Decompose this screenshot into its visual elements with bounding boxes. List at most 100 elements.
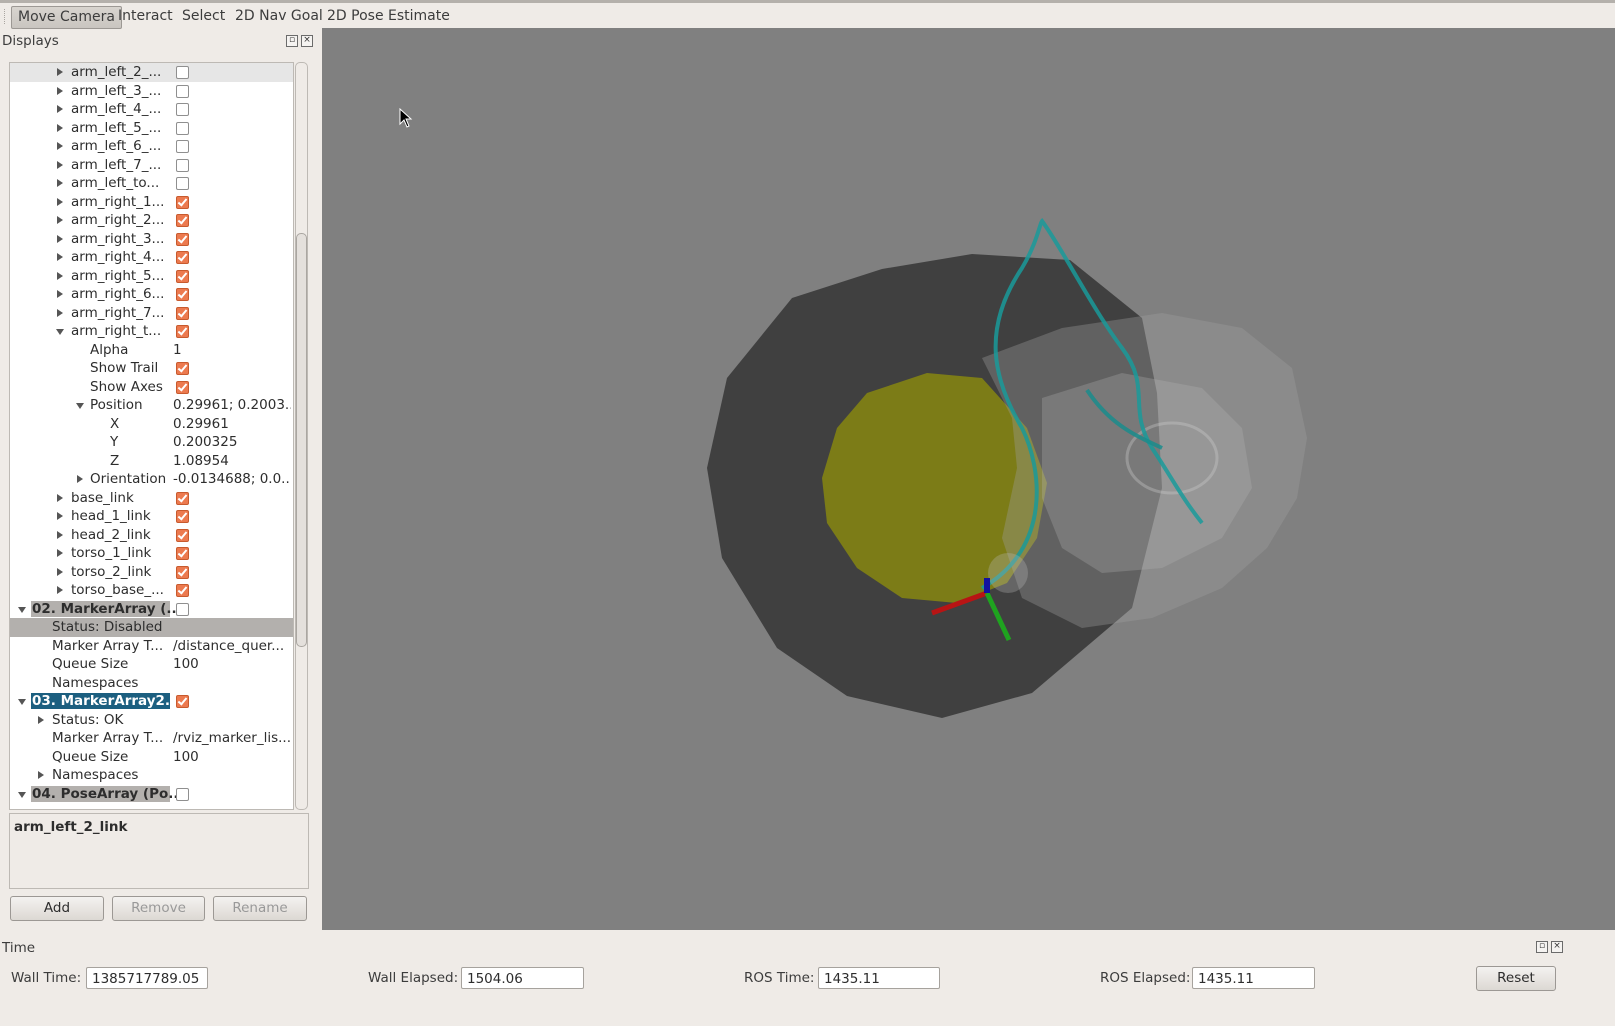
tree-row[interactable]: arm_left_to... [10,174,293,193]
scrollbar-thumb[interactable] [296,233,307,647]
tree-row[interactable]: head_2_link [10,526,293,545]
displays-scrollbar[interactable] [295,62,308,810]
show-axes-checkbox[interactable] [176,380,189,394]
collapse-arrow-icon[interactable] [76,403,84,409]
tree-row-display[interactable]: 03. MarkerArray2... [10,692,293,711]
tool-2d-nav-goal[interactable]: 2D Nav Goal [229,6,329,27]
close-icon[interactable]: × [301,35,313,47]
expand-arrow-icon[interactable] [57,142,63,150]
tree-row[interactable]: Alpha 1 [10,341,293,360]
tree-row[interactable]: Status: OK [10,711,293,730]
float-icon[interactable]: ▫ [1536,941,1548,953]
tree-row[interactable]: arm_right_3... [10,230,293,249]
expand-arrow-icon[interactable] [57,586,63,594]
tree-row[interactable]: arm_left_2_... [10,63,293,82]
expand-arrow-icon[interactable] [57,530,63,539]
tree-row[interactable]: torso_2_link [10,563,293,582]
property-value[interactable]: 0.29961 [173,416,229,432]
tree-row[interactable]: arm_right_1... [10,193,293,212]
tree-row[interactable]: Status: Disabled [10,618,293,637]
tree-row[interactable]: Namespaces [10,766,293,785]
enable-checkbox[interactable] [176,251,189,264]
enable-checkbox[interactable] [176,269,189,283]
tree-row[interactable]: Marker Array T... /rviz_marker_lis... [10,729,293,748]
tree-row[interactable]: Marker Array T... /distance_quer... [10,637,293,656]
expand-arrow-icon[interactable] [77,475,83,483]
expand-arrow-icon[interactable] [57,197,63,206]
rename-button[interactable]: Rename [213,896,307,921]
collapse-arrow-icon[interactable] [18,791,26,798]
expand-arrow-icon[interactable] [57,105,63,113]
enable-checkbox[interactable] [176,325,189,338]
tree-row[interactable]: Show Trail [10,359,293,378]
tree-row[interactable]: Position 0.29961; 0.2003... [10,396,293,415]
tree-row[interactable]: base_link [10,489,293,508]
remove-button[interactable]: Remove [112,896,205,921]
enable-checkbox[interactable] [176,584,189,597]
tree-row[interactable]: arm_right_4... [10,248,293,267]
add-button[interactable]: Add [10,896,104,921]
expand-arrow-icon[interactable] [57,123,63,132]
float-icon[interactable]: ▫ [286,35,298,47]
wall-elapsed-field[interactable]: 1504.06 [461,967,584,989]
enable-checkbox[interactable] [176,158,189,172]
tree-row[interactable]: torso_base_... [10,581,293,600]
enable-checkbox[interactable] [176,528,189,542]
reset-button[interactable]: Reset [1476,966,1556,991]
enable-checkbox[interactable] [176,232,189,246]
expand-arrow-icon[interactable] [57,493,63,502]
tree-row[interactable]: Orientation -0.0134688; 0.0... [10,470,293,489]
tree-row[interactable]: head_1_link [10,507,293,526]
tree-row[interactable]: Z 1.08954 [10,452,293,471]
property-value[interactable]: -0.0134688; 0.0... [173,471,291,487]
toolbar-grip[interactable] [4,9,8,24]
expand-arrow-icon[interactable] [57,253,63,261]
expand-arrow-icon[interactable] [57,271,63,280]
expand-arrow-icon[interactable] [38,771,44,779]
property-value[interactable]: 100 [173,749,199,765]
property-value[interactable]: /rviz_marker_lis... [173,730,291,746]
enable-checkbox[interactable] [176,84,189,98]
close-icon[interactable]: × [1551,941,1563,953]
enable-checkbox[interactable] [176,602,189,616]
property-value[interactable]: 1 [173,342,182,358]
tree-row[interactable]: arm_right_7... [10,304,293,323]
tree-row[interactable]: arm_left_3_... [10,82,293,101]
collapse-arrow-icon[interactable] [56,329,64,335]
tree-row[interactable]: arm_left_4_... [10,100,293,119]
enable-checkbox[interactable] [176,288,189,301]
wall-time-field[interactable]: 1385717789.05 [86,967,208,989]
tree-row[interactable]: Namespaces [10,674,293,693]
tree-row[interactable]: Queue Size 100 [10,748,293,767]
expand-arrow-icon[interactable] [57,160,63,169]
expand-arrow-icon[interactable] [57,216,63,224]
enable-checkbox[interactable] [176,214,189,227]
enable-checkbox[interactable] [176,510,189,523]
tree-row[interactable]: arm_left_6_... [10,137,293,156]
ros-elapsed-field[interactable]: 1435.11 [1192,967,1315,989]
enable-checkbox[interactable] [176,695,189,708]
expand-arrow-icon[interactable] [57,290,63,298]
tree-row[interactable]: arm_right_6... [10,285,293,304]
enable-checkbox[interactable] [176,103,189,116]
expand-arrow-icon[interactable] [57,179,63,187]
tree-row[interactable]: arm_right_5... [10,267,293,286]
enable-checkbox[interactable] [176,195,189,209]
tree-row-display[interactable]: 04. PoseArray (Po... [10,785,293,804]
property-value[interactable]: 1.08954 [173,453,229,469]
show-trail-checkbox[interactable] [176,362,189,375]
render-3d-view[interactable] [322,28,1615,930]
expand-arrow-icon[interactable] [57,86,63,95]
collapse-arrow-icon[interactable] [18,699,26,705]
enable-checkbox[interactable] [176,565,189,579]
tool-interact[interactable]: Interact [112,6,179,27]
tree-row[interactable]: arm_left_7_... [10,156,293,175]
property-value[interactable]: 0.29961; 0.2003... [173,397,291,413]
enable-checkbox[interactable] [176,66,189,79]
enable-checkbox[interactable] [176,121,189,135]
tree-row-display[interactable]: 02. MarkerArray (... [10,600,293,619]
expand-arrow-icon[interactable] [57,234,63,243]
tree-row[interactable]: X 0.29961 [10,415,293,434]
enable-checkbox[interactable] [176,140,189,153]
enable-checkbox[interactable] [176,787,189,801]
